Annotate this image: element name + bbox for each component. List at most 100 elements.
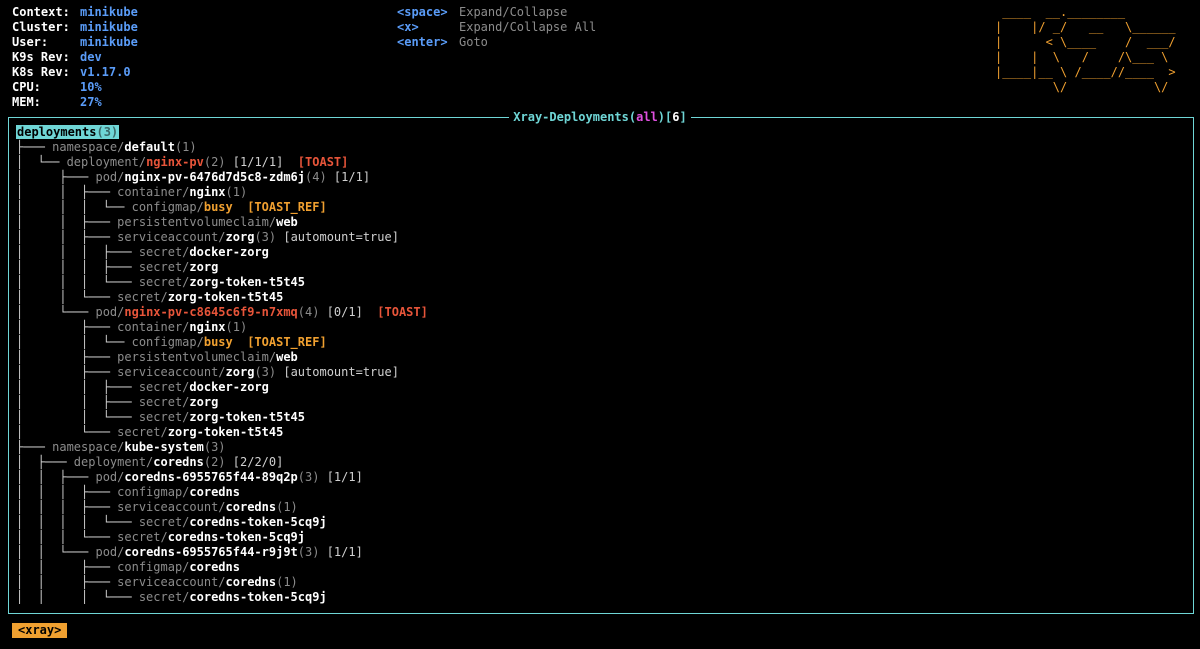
node-status: [1/1] xyxy=(319,470,363,484)
node-kind: secret/ xyxy=(138,395,190,409)
node-name: busy xyxy=(203,200,233,214)
tree-branch: │ └─── xyxy=(16,425,118,439)
node-tag: [TOAST] xyxy=(362,305,428,319)
tree-node[interactable]: │ ├─── deployment/coredns(2) [2/2/0] xyxy=(16,455,1186,470)
node-name: coredns xyxy=(153,455,204,469)
node-count: (1) xyxy=(174,140,197,154)
node-tag: [TOAST] xyxy=(283,155,349,169)
tree-branch: │ │ │ ├─── xyxy=(16,245,139,259)
tree-node[interactable]: │ └─── pod/nginx-pv-c8645c6f9-n7xmq(4) [… xyxy=(16,305,1186,320)
tree-node[interactable]: │ │ ├─── serviceaccount/coredns(1) xyxy=(16,575,1186,590)
tree-node[interactable]: │ │ └─── secret/zorg-token-t5t45 xyxy=(16,290,1186,305)
node-kind: namespace/ xyxy=(52,440,125,454)
tree-node[interactable]: │ │ │ └─── secret/coredns-token-5cq9j xyxy=(16,590,1186,605)
node-kind: secret/ xyxy=(138,245,190,259)
node-name: zorg-token-t5t45 xyxy=(167,290,284,304)
tree-branch: │ │ │ └── xyxy=(16,200,132,214)
tree-node[interactable]: │ │ ├─── secret/docker-zorg xyxy=(16,380,1186,395)
tree-branch: │ ├─── xyxy=(16,350,118,364)
tree-node[interactable]: │ └── deployment/nginx-pv(2) [1/1/1] [TO… xyxy=(16,155,1186,170)
node-kind: secret/ xyxy=(117,530,168,544)
node-name: busy xyxy=(203,335,233,349)
k9s-logo: ____ __.________ | |/ _/ __ \______ | < … xyxy=(995,5,1176,94)
node-kind: pod/ xyxy=(95,305,125,319)
tree-node[interactable]: │ │ │ └─── secret/zorg-token-t5t45 xyxy=(16,275,1186,290)
node-count: (1) xyxy=(225,185,248,199)
tree-node[interactable]: │ │ │ ├─── serviceaccount/coredns(1) xyxy=(16,500,1186,515)
node-kind: secret/ xyxy=(138,380,190,394)
node-count: (2) xyxy=(203,455,226,469)
help-x: <x> Expand/Collapse All xyxy=(397,20,597,34)
tree-node[interactable]: │ │ │ ├─── configmap/coredns xyxy=(16,485,1186,500)
node-status: [1/1/1] xyxy=(225,155,284,169)
node-kind: deployment/ xyxy=(73,455,154,469)
node-count: (3) xyxy=(203,440,226,454)
tree-node[interactable]: │ ├─── pod/nginx-pv-6476d7d5c8-zdm6j(4) … xyxy=(16,170,1186,185)
panel-title: Xray-Deployments(all)[6] xyxy=(0,110,1200,125)
tree-branch: │ ├─── xyxy=(16,170,96,184)
node-kind: container/ xyxy=(117,185,190,199)
node-name: coredns xyxy=(225,500,277,514)
tree-node[interactable]: │ │ ├─── secret/zorg xyxy=(16,395,1186,410)
node-kind: serviceaccount/ xyxy=(117,230,226,244)
node-kind: secret/ xyxy=(138,590,190,604)
node-count: (1) xyxy=(276,500,298,514)
node-tag: [TOAST_REF] xyxy=(232,200,327,214)
node-name: coredns-6955765f44-r9j9t xyxy=(124,545,298,559)
tree-branch: │ │ │ ├─── xyxy=(16,500,118,514)
tree-branch: │ │ └─── xyxy=(16,545,96,559)
node-kind: configmap/ xyxy=(131,335,204,349)
node-name: kube-system xyxy=(124,440,204,454)
tree-branch: │ │ └─── xyxy=(16,290,118,304)
tree-node[interactable]: ├─── namespace/default(1) xyxy=(16,140,1186,155)
tree-node[interactable]: │ │ └─── secret/zorg-token-t5t45 xyxy=(16,410,1186,425)
tree-node[interactable]: │ ├─── persistentvolumeclaim/web xyxy=(16,350,1186,365)
tree-node[interactable]: │ │ └─── pod/coredns-6955765f44-r9j9t(3)… xyxy=(16,545,1186,560)
tree-node[interactable]: │ ├─── serviceaccount/zorg(3) [automount… xyxy=(16,365,1186,380)
node-status: [automount=true] xyxy=(276,230,399,244)
xray-tree[interactable]: deployments(3) ├─── namespace/default(1) │… xyxy=(16,125,1186,610)
tree-branch: │ │ │ └─── xyxy=(16,275,139,289)
tree-branch: │ │ ├─── xyxy=(16,230,118,244)
tree-node[interactable]: │ │ ├─── configmap/coredns xyxy=(16,560,1186,575)
tree-node[interactable]: │ │ ├─── serviceaccount/zorg(3) [automou… xyxy=(16,230,1186,245)
selected-node[interactable]: deployments(3) xyxy=(16,125,120,139)
tree-node[interactable]: │ │ │ └─── secret/coredns-token-5cq9j xyxy=(16,530,1186,545)
tree-node[interactable]: ├─── namespace/kube-system(3) xyxy=(16,440,1186,455)
tree-branch: │ │ ├─── xyxy=(16,380,139,394)
tree-node[interactable]: │ │ └── configmap/busy [TOAST_REF] xyxy=(16,335,1186,350)
tree-branch: │ │ │ ├─── xyxy=(16,485,118,499)
node-name: coredns-token-5cq9j xyxy=(189,590,327,604)
node-name: coredns xyxy=(225,575,277,589)
tree-node[interactable]: │ │ ├─── container/nginx(1) xyxy=(16,185,1186,200)
node-name: zorg xyxy=(189,260,219,274)
tree-node[interactable]: │ ├─── container/nginx(1) xyxy=(16,320,1186,335)
tree-node[interactable]: │ └─── secret/zorg-token-t5t45 xyxy=(16,425,1186,440)
tree-branch: │ └── xyxy=(16,155,67,169)
node-kind: configmap/ xyxy=(117,560,190,574)
node-kind: container/ xyxy=(117,320,190,334)
node-count: (3) xyxy=(96,125,119,139)
info-k9s-rev: K9s Rev: dev xyxy=(12,50,102,64)
tree-node[interactable]: │ │ │ │ └─── secret/coredns-token-5cq9j xyxy=(16,515,1186,530)
tree-node[interactable]: │ │ │ └── configmap/busy [TOAST_REF] xyxy=(16,200,1186,215)
tree-node[interactable]: deployments(3) xyxy=(16,125,1186,140)
info-mem: MEM: 27% xyxy=(12,95,102,109)
tree-node[interactable]: │ │ ├─── pod/coredns-6955765f44-89q2p(3)… xyxy=(16,470,1186,485)
node-name: default xyxy=(124,140,175,154)
tree-node[interactable]: │ │ ├─── persistentvolumeclaim/web xyxy=(16,215,1186,230)
node-count: (1) xyxy=(225,320,248,334)
tree-branch: │ │ │ └─── xyxy=(16,530,118,544)
node-count: (2) xyxy=(203,155,226,169)
tree-node[interactable]: │ │ │ ├─── secret/docker-zorg xyxy=(16,245,1186,260)
node-kind: pod/ xyxy=(95,170,125,184)
cluster-info: Context: minikube Cluster: minikube User: m… xyxy=(12,5,138,110)
node-name: zorg-token-t5t45 xyxy=(189,410,305,424)
node-name: deployments xyxy=(17,125,97,139)
tree-node[interactable]: │ │ │ ├─── secret/zorg xyxy=(16,260,1186,275)
node-count: (3) xyxy=(254,365,277,379)
node-status: [1/1] xyxy=(326,170,371,184)
node-kind: secret/ xyxy=(117,290,168,304)
info-context: Context: minikube xyxy=(12,5,138,19)
breadcrumb-xray[interactable]: <xray> xyxy=(12,623,68,638)
